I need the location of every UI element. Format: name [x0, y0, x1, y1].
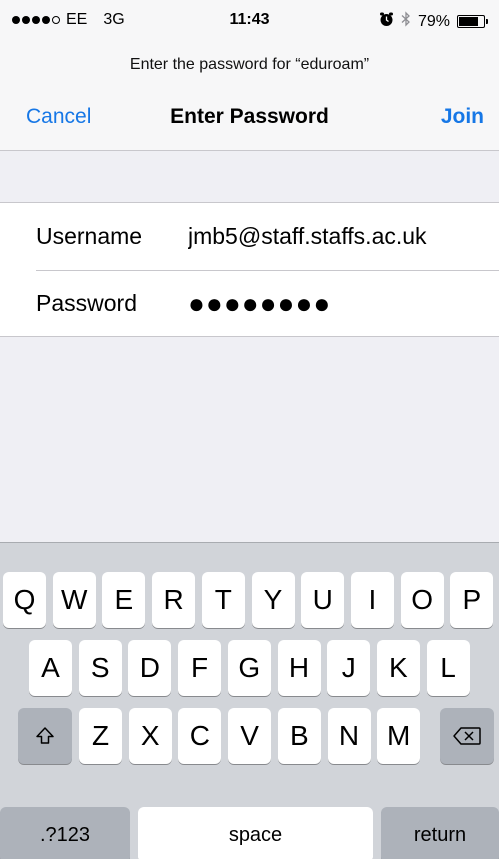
space-key[interactable]: space [138, 807, 373, 859]
password-label: Password [36, 290, 137, 316]
key-s[interactable]: S [78, 640, 122, 696]
password-field[interactable]: ●●●●●●●● [188, 288, 499, 320]
username-row[interactable]: Username [0, 203, 499, 270]
key-f[interactable]: F [178, 640, 222, 696]
key-l[interactable]: L [426, 640, 470, 696]
password-dialog-header: Enter the password for “eduroam” Cancel … [0, 40, 499, 151]
delete-key[interactable] [440, 708, 494, 764]
page-title: Enter Password [170, 105, 329, 128]
key-k[interactable]: K [376, 640, 420, 696]
keyboard: .?123 space return QWERTYUIOP ASDFGHJKL ZX… [0, 542, 499, 859]
status-bar: EE 3G 11:43 79% [0, 0, 499, 40]
key-o[interactable]: O [400, 572, 444, 628]
username-field[interactable] [188, 223, 488, 250]
key-y[interactable]: Y [251, 572, 295, 628]
key-i[interactable]: I [350, 572, 394, 628]
battery-fill [459, 17, 478, 26]
key-n[interactable]: N [327, 708, 371, 764]
battery-icon [457, 15, 488, 28]
key-p[interactable]: P [450, 572, 494, 628]
key-a[interactable]: A [29, 640, 72, 696]
key-e[interactable]: E [102, 572, 146, 628]
alarm-icon [379, 12, 394, 32]
key-z[interactable]: Z [79, 708, 122, 764]
key-v[interactable]: V [228, 708, 272, 764]
key-d[interactable]: D [128, 640, 172, 696]
key-b[interactable]: B [277, 708, 321, 764]
key-h[interactable]: H [277, 640, 321, 696]
numbers-key[interactable]: .?123 [0, 807, 130, 859]
backspace-icon [452, 726, 482, 746]
key-j[interactable]: J [327, 640, 371, 696]
shift-icon [34, 725, 56, 747]
network-prompt: Enter the password for “eduroam” [129, 56, 370, 73]
key-u[interactable]: U [301, 572, 345, 628]
return-key[interactable]: return [381, 807, 499, 859]
bluetooth-icon [401, 11, 411, 32]
key-w[interactable]: W [52, 572, 96, 628]
key-m[interactable]: M [377, 708, 421, 764]
join-button[interactable]: Join [441, 105, 484, 129]
username-label: Username [36, 223, 143, 249]
key-r[interactable]: R [152, 572, 196, 628]
status-right: 79% [379, 11, 488, 32]
password-row[interactable]: Password ●●●●●●●● [0, 270, 499, 337]
credentials-form: Username Password ●●●●●●●● [0, 202, 499, 337]
key-q[interactable]: Q [3, 572, 46, 628]
battery-percent: 79% [417, 12, 450, 30]
key-g[interactable]: G [227, 640, 271, 696]
shift-key[interactable] [18, 708, 72, 764]
key-t[interactable]: T [201, 572, 245, 628]
key-x[interactable]: X [128, 708, 172, 764]
key-c[interactable]: C [178, 708, 222, 764]
